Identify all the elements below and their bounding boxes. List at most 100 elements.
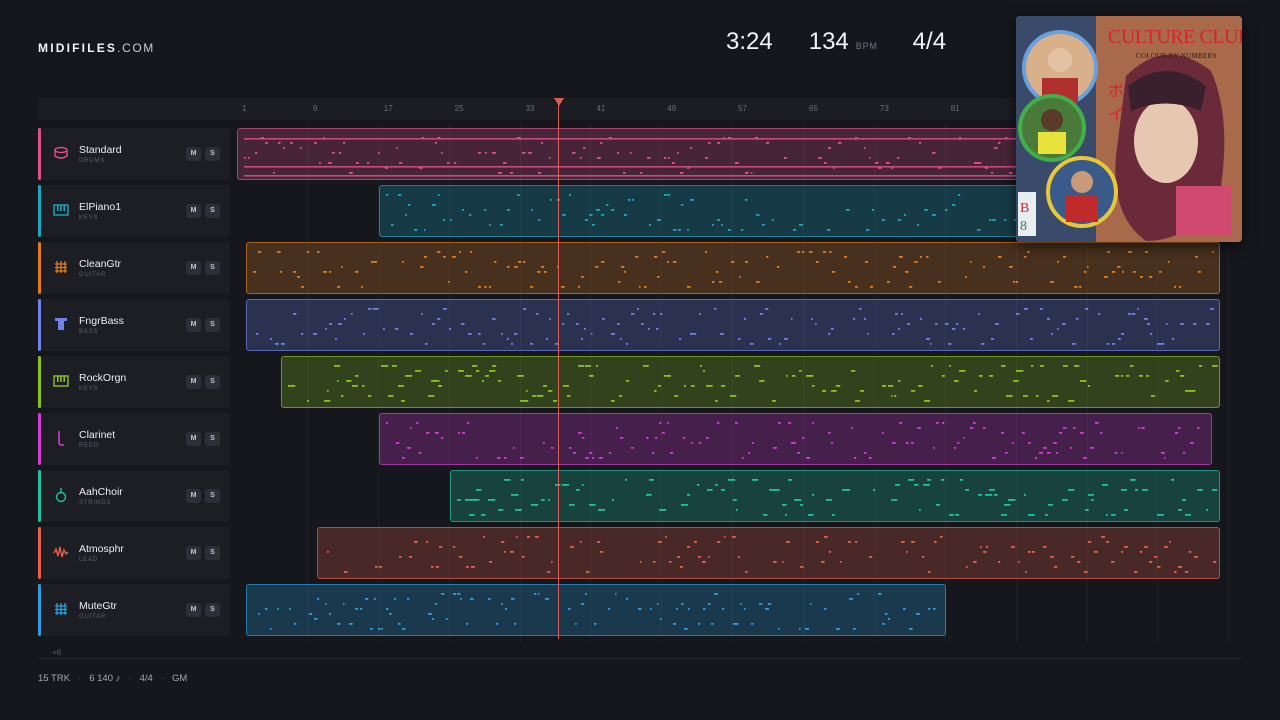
- ruler-tick-label: 25: [454, 104, 464, 113]
- ruler-tick-label: 33: [525, 104, 535, 113]
- site-logo[interactable]: MIDIFILES.COM: [38, 41, 155, 55]
- svg-text:イ: イ: [1108, 105, 1124, 124]
- midi-clip-mutegtr[interactable]: [246, 584, 946, 636]
- midi-clip-cleangtr[interactable]: [246, 242, 1220, 294]
- track-header-mutegtr[interactable]: MuteGtr GUITAR M S: [38, 584, 230, 636]
- track-header-aahchoir[interactable]: AahChoir STRINGS M S: [38, 470, 230, 522]
- album-subtitle: COLOUR BY NUMBERS: [1136, 52, 1217, 60]
- midi-clip-atmosphr[interactable]: [317, 527, 1220, 579]
- track-instrument-type: STRINGS: [79, 500, 112, 506]
- solo-button[interactable]: S: [205, 261, 220, 275]
- footer-divider: [38, 658, 1242, 659]
- track-name: RockOrgn: [79, 372, 127, 384]
- solo-button[interactable]: S: [205, 546, 220, 560]
- svg-text:ボ: ボ: [1108, 81, 1124, 100]
- clip-note-pattern: [256, 308, 1214, 345]
- more-tracks-indicator[interactable]: +6: [52, 648, 61, 657]
- track-name: CleanGtr: [79, 258, 122, 270]
- midi-clip-clarinet[interactable]: [379, 413, 1212, 465]
- track-name: Clarinet: [79, 429, 116, 441]
- playhead-line[interactable]: [558, 104, 559, 639]
- mute-button[interactable]: M: [186, 318, 201, 332]
- album-cover: B 8 ボ イ CULTURE CLUB COLOUR BY NUMBERS: [1016, 16, 1242, 242]
- track-color-bar: [38, 470, 41, 522]
- time-signature: 4/4: [912, 28, 947, 55]
- piano-keys-icon: [53, 202, 69, 218]
- song-stats: 3:24 134 BPM 4/4: [726, 28, 946, 56]
- solo-button[interactable]: S: [205, 603, 220, 617]
- track-color-bar: [38, 299, 41, 351]
- ruler-tick-label: 49: [667, 104, 677, 113]
- midi-clip-fngrbass[interactable]: [246, 299, 1220, 351]
- mute-button[interactable]: M: [186, 204, 201, 218]
- separator-dot: ·: [78, 673, 82, 684]
- track-header-rockorgn[interactable]: RockOrgn KEYS M S: [38, 356, 230, 408]
- mute-button[interactable]: M: [186, 546, 201, 560]
- track-header-standard[interactable]: Standard DRUMS M S: [38, 128, 230, 180]
- ruler-tick-label: 17: [383, 104, 393, 113]
- midi-format: GM: [171, 673, 188, 684]
- clip-note-pattern: [386, 422, 1200, 459]
- track-name: ElPiano1: [79, 201, 122, 213]
- track-color-bar: [38, 527, 41, 579]
- track-instrument-type: BASS: [79, 329, 99, 335]
- track-name: AahChoir: [79, 486, 123, 498]
- clip-note-pattern: [288, 365, 1218, 402]
- song-duration: 3:24: [726, 28, 773, 55]
- clip-note-pattern: [253, 251, 1214, 288]
- track-color-bar: [38, 356, 41, 408]
- solo-button[interactable]: S: [205, 204, 220, 218]
- track-name: Standard: [79, 144, 122, 156]
- track-header-fngrbass[interactable]: FngrBass BASS M S: [38, 299, 230, 351]
- mute-button[interactable]: M: [186, 432, 201, 446]
- midi-clip-rockorgn[interactable]: [281, 356, 1220, 408]
- logo-tld: .COM: [117, 41, 155, 55]
- logo-brand: MIDIFILES: [38, 41, 118, 55]
- track-instrument-type: LEAD: [79, 557, 98, 563]
- ruler-tick-label: 81: [950, 104, 960, 113]
- solo-button[interactable]: S: [205, 489, 220, 503]
- separator-dot: ·: [128, 673, 132, 684]
- guitar-grid-icon: [53, 259, 69, 275]
- track-header-cleangtr[interactable]: CleanGtr GUITAR M S: [38, 242, 230, 294]
- ruler-tick-label: 73: [879, 104, 889, 113]
- mute-button[interactable]: M: [186, 603, 201, 617]
- track-name: FngrBass: [79, 315, 124, 327]
- ruler-tick-label: 1: [242, 104, 247, 113]
- organ-keys-icon: [53, 373, 69, 389]
- clip-note-pattern: [457, 479, 1218, 516]
- mute-button[interactable]: M: [186, 375, 201, 389]
- mute-button[interactable]: M: [186, 147, 201, 161]
- drum-icon: [53, 145, 69, 161]
- track-instrument-type: DRUMS: [79, 158, 105, 164]
- track-instrument-type: GUITAR: [79, 272, 107, 278]
- note-count: 6 140 ♪: [89, 673, 121, 684]
- track-header-elpiano1[interactable]: ElPiano1 KEYS M S: [38, 185, 230, 237]
- solo-button[interactable]: S: [205, 375, 220, 389]
- solo-button[interactable]: S: [205, 318, 220, 332]
- clip-note-pattern: [258, 593, 936, 630]
- mute-button[interactable]: M: [186, 489, 201, 503]
- file-summary: 15 TRK · 6 140 ♪ · 4/4 · GM: [38, 673, 187, 684]
- midi-clip-aahchoir[interactable]: [450, 470, 1220, 522]
- track-count: 15 TRK: [38, 673, 71, 684]
- track-name: MuteGtr: [79, 600, 117, 612]
- solo-button[interactable]: S: [205, 432, 220, 446]
- playhead-marker-icon[interactable]: [554, 98, 564, 106]
- ruler-tick-label: 41: [596, 104, 606, 113]
- separator-dot: ·: [160, 673, 164, 684]
- track-header-atmosphr[interactable]: Atmosphr LEAD M S: [38, 527, 230, 579]
- track-color-bar: [38, 413, 41, 465]
- track-instrument-type: KEYS: [79, 215, 99, 221]
- album-cover-art: B 8 ボ イ: [1016, 16, 1242, 242]
- choir-icon: [53, 487, 69, 503]
- solo-button[interactable]: S: [205, 147, 220, 161]
- svg-text:8: 8: [1020, 219, 1027, 234]
- mute-button[interactable]: M: [186, 261, 201, 275]
- track-name: Atmosphr: [79, 543, 124, 555]
- svg-text:B: B: [1020, 201, 1029, 216]
- clip-note-pattern: [327, 536, 1217, 573]
- track-color-bar: [38, 242, 41, 294]
- track-header-clarinet[interactable]: Clarinet REED M S: [38, 413, 230, 465]
- track-instrument-type: KEYS: [79, 386, 99, 392]
